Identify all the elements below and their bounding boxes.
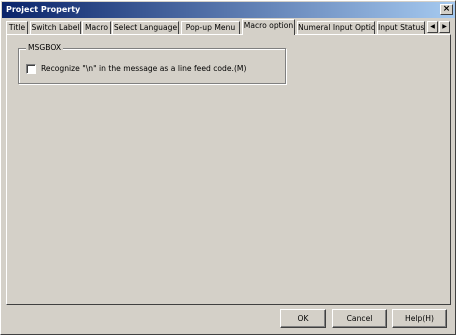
msgbox-group: MSGBOX Recognize "\n" in the message as … <box>18 43 286 84</box>
tab-macro-option[interactable]: Macro option <box>242 19 295 35</box>
tab-select-language[interactable]: Select Language <box>112 21 179 34</box>
arrow-right-icon[interactable]: ▶ <box>439 21 450 33</box>
arrow-left-icon[interactable]: ◀ <box>427 21 438 33</box>
tab-popup-menu[interactable]: Pop-up Menu <box>181 21 240 34</box>
cancel-button[interactable]: Cancel <box>332 309 387 328</box>
close-icon[interactable]: × <box>440 4 453 15</box>
line-feed-checkbox[interactable] <box>26 64 36 74</box>
project-property-dialog: Project Property × Title Switch Label Ma… <box>0 0 456 335</box>
tab-switch-label[interactable]: Switch Label <box>30 21 81 34</box>
group-label: MSGBOX <box>26 43 64 53</box>
title-bar[interactable]: Project Property × <box>2 2 455 18</box>
tab-input-status[interactable]: Input Status I <box>377 21 425 34</box>
tab-strip: Title Switch Label Macro Select Language… <box>6 19 453 35</box>
tab-macro[interactable]: Macro <box>82 21 111 34</box>
tab-title[interactable]: Title <box>6 21 28 34</box>
ok-button[interactable]: OK <box>280 309 326 328</box>
line-feed-checkbox-label[interactable]: Recognize "\n" in the message as a line … <box>41 64 246 74</box>
tab-numeral-input-options[interactable]: Numeral Input Options <box>297 21 375 34</box>
tab-panel-macro-option: MSGBOX Recognize "\n" in the message as … <box>6 34 451 305</box>
help-button[interactable]: Help(H) <box>392 309 447 328</box>
window-title: Project Property <box>6 5 81 14</box>
